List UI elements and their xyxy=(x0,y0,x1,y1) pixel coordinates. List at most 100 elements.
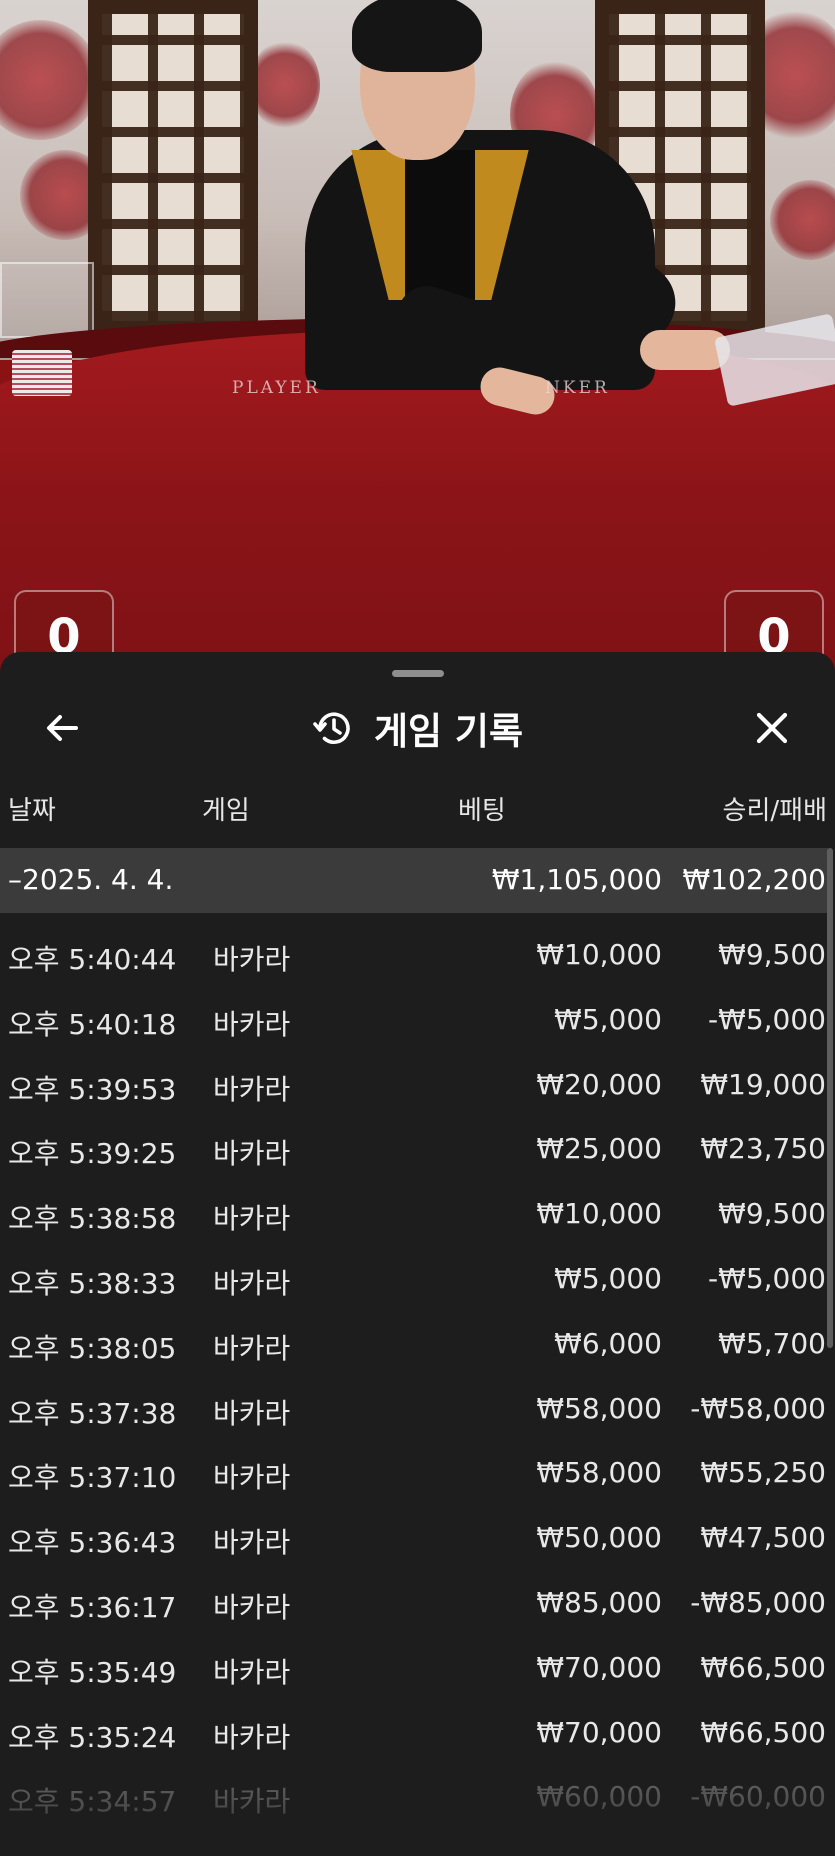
row-time: 오후 5:36:43 xyxy=(8,1526,177,1560)
drag-handle[interactable] xyxy=(392,670,444,677)
row-time: 오후 5:38:33 xyxy=(8,1266,177,1300)
game-history-sheet: 게임 기록 날짜 게임 베팅 승리/패배 –2025. 4. 4. ₩1,105… xyxy=(0,652,835,1856)
arrow-left-icon xyxy=(47,715,78,741)
row-game: 바카라 xyxy=(213,1720,291,1754)
dealer-shirt xyxy=(405,150,475,310)
history-row[interactable]: 오후 5:38:05 바카라 ₩6,000 ₩5,700 xyxy=(0,1302,828,1367)
row-game: 바카라 xyxy=(213,1590,291,1624)
history-row[interactable]: 오후 5:37:10 바카라 ₩58,000 ₩55,250 xyxy=(0,1431,828,1496)
row-game: 바카라 xyxy=(213,1137,291,1171)
row-bet: ₩25,000 xyxy=(536,1132,662,1166)
row-game: 바카라 xyxy=(213,1007,291,1041)
history-row[interactable]: 오후 5:38:33 바카라 ₩5,000 -₩5,000 xyxy=(0,1237,828,1302)
row-bet: ₩10,000 xyxy=(536,1197,662,1231)
row-time: 오후 5:37:38 xyxy=(8,1396,177,1430)
column-header-row: 날짜 게임 베팅 승리/패배 xyxy=(0,790,835,830)
row-result: -₩5,000 xyxy=(708,1002,826,1036)
history-row[interactable]: 오후 5:36:43 바카라 ₩50,000 ₩47,500 xyxy=(0,1496,828,1561)
history-row[interactable]: 오후 5:40:44 바카라 ₩10,000 ₩9,500 xyxy=(0,913,828,978)
close-x-icon xyxy=(756,712,788,744)
row-game: 바카라 xyxy=(213,1331,291,1365)
column-header-result: 승리/패배 xyxy=(722,796,827,826)
row-time: 오후 5:34:57 xyxy=(8,1785,177,1819)
history-row[interactable]: 오후 5:35:49 바카라 ₩70,000 ₩66,500 xyxy=(0,1626,828,1691)
row-bet: ₩10,000 xyxy=(536,938,662,971)
list-scrollbar[interactable] xyxy=(827,848,833,1348)
row-time: 오후 5:38:58 xyxy=(8,1202,177,1236)
close-button[interactable] xyxy=(740,696,804,760)
row-game: 바카라 xyxy=(213,943,291,976)
row-result: ₩47,500 xyxy=(700,1521,826,1555)
row-bet: ₩50,000 xyxy=(536,1521,662,1555)
row-bet: ₩85,000 xyxy=(536,1585,662,1619)
sheet-title: 게임 기록 xyxy=(373,710,524,753)
date-group-date: –2025. 4. 4. xyxy=(8,863,174,896)
row-time: 오후 5:37:10 xyxy=(8,1461,177,1495)
history-row[interactable]: 오후 5:36:17 바카라 ₩85,000 -₩85,000 xyxy=(0,1561,828,1626)
date-group-total-bet: ₩1,105,000 xyxy=(491,863,662,896)
history-row[interactable]: 오후 5:40:18 바카라 ₩5,000 -₩5,000 xyxy=(0,978,828,1043)
row-result: ₩9,500 xyxy=(718,938,826,971)
discard-box xyxy=(0,262,94,338)
row-game: 바카라 xyxy=(213,1785,291,1819)
row-result: ₩66,500 xyxy=(700,1715,826,1749)
card-stack xyxy=(12,350,72,396)
row-bet: ₩6,000 xyxy=(554,1326,662,1360)
history-row[interactable]: 오후 5:39:25 바카라 ₩25,000 ₩23,750 xyxy=(0,1107,828,1172)
date-group-total-result: ₩102,200 xyxy=(682,863,826,896)
row-game: 바카라 xyxy=(213,1266,291,1300)
sheet-header: 게임 기록 xyxy=(0,692,835,764)
row-result: ₩5,700 xyxy=(718,1326,826,1360)
table-label-player: PLAYER xyxy=(232,378,321,398)
row-time: 오후 5:38:05 xyxy=(8,1331,177,1365)
history-row[interactable]: 오후 5:39:53 바카라 ₩20,000 ₩19,000 xyxy=(0,1043,828,1108)
row-bet: ₩70,000 xyxy=(536,1715,662,1749)
history-row[interactable]: 오후 5:34:57 바카라 ₩60,000 -₩60,000 xyxy=(0,1755,828,1820)
back-button[interactable] xyxy=(30,696,94,760)
row-bet: ₩58,000 xyxy=(536,1391,662,1425)
row-result: ₩19,000 xyxy=(700,1067,826,1101)
history-list: 오후 5:40:44 바카라 ₩10,000 ₩9,500 오후 5:40:18… xyxy=(0,913,828,1820)
row-result: ₩9,500 xyxy=(718,1197,826,1231)
history-clock-icon xyxy=(313,712,350,744)
history-row[interactable]: 오후 5:35:24 바카라 ₩70,000 ₩66,500 xyxy=(0,1691,828,1756)
history-row[interactable]: 오후 5:38:58 바카라 ₩10,000 ₩9,500 xyxy=(0,1172,828,1237)
row-result: -₩58,000 xyxy=(690,1391,826,1425)
row-bet: ₩5,000 xyxy=(554,1002,662,1036)
row-time: 오후 5:35:49 xyxy=(8,1655,177,1689)
history-row[interactable]: 오후 5:37:38 바카라 ₩58,000 -₩58,000 xyxy=(0,1367,828,1432)
blossom-decoration xyxy=(250,40,320,130)
row-time: 오후 5:39:53 xyxy=(8,1072,177,1106)
row-time: 오후 5:35:24 xyxy=(8,1720,177,1754)
row-time: 오후 5:40:18 xyxy=(8,1007,177,1041)
dealer-hair xyxy=(352,0,482,72)
row-time: 오후 5:39:25 xyxy=(8,1137,177,1171)
row-game: 바카라 xyxy=(213,1396,291,1430)
row-game: 바카라 xyxy=(213,1461,291,1495)
row-bet: ₩58,000 xyxy=(536,1456,662,1490)
table-label-banker: NKER xyxy=(545,378,610,398)
row-result: ₩66,500 xyxy=(700,1650,826,1684)
row-game: 바카라 xyxy=(213,1202,291,1236)
date-group-row[interactable]: –2025. 4. 4. ₩1,105,000 ₩102,200 xyxy=(0,848,828,913)
row-result: ₩55,250 xyxy=(700,1456,826,1490)
row-result: -₩60,000 xyxy=(690,1780,826,1814)
row-bet: ₩20,000 xyxy=(536,1067,662,1101)
row-time: 오후 5:36:17 xyxy=(8,1590,177,1624)
row-time: 오후 5:40:44 xyxy=(8,943,177,976)
row-result: -₩5,000 xyxy=(708,1261,826,1295)
row-bet: ₩5,000 xyxy=(554,1261,662,1295)
row-game: 바카라 xyxy=(213,1655,291,1689)
lattice-screen-left xyxy=(88,0,258,335)
sheet-title-group: 게임 기록 xyxy=(0,692,835,764)
row-bet: ₩70,000 xyxy=(536,1650,662,1684)
row-game: 바카라 xyxy=(213,1526,291,1560)
row-result: -₩85,000 xyxy=(690,1585,826,1619)
column-header-date: 날짜 xyxy=(8,796,56,826)
column-header-game: 게임 xyxy=(202,796,250,826)
row-game: 바카라 xyxy=(213,1072,291,1106)
column-header-bet: 베팅 xyxy=(458,796,506,826)
row-result: ₩23,750 xyxy=(700,1132,826,1166)
row-bet: ₩60,000 xyxy=(536,1780,662,1814)
live-dealer-video: PLAYER NKER xyxy=(0,0,835,700)
